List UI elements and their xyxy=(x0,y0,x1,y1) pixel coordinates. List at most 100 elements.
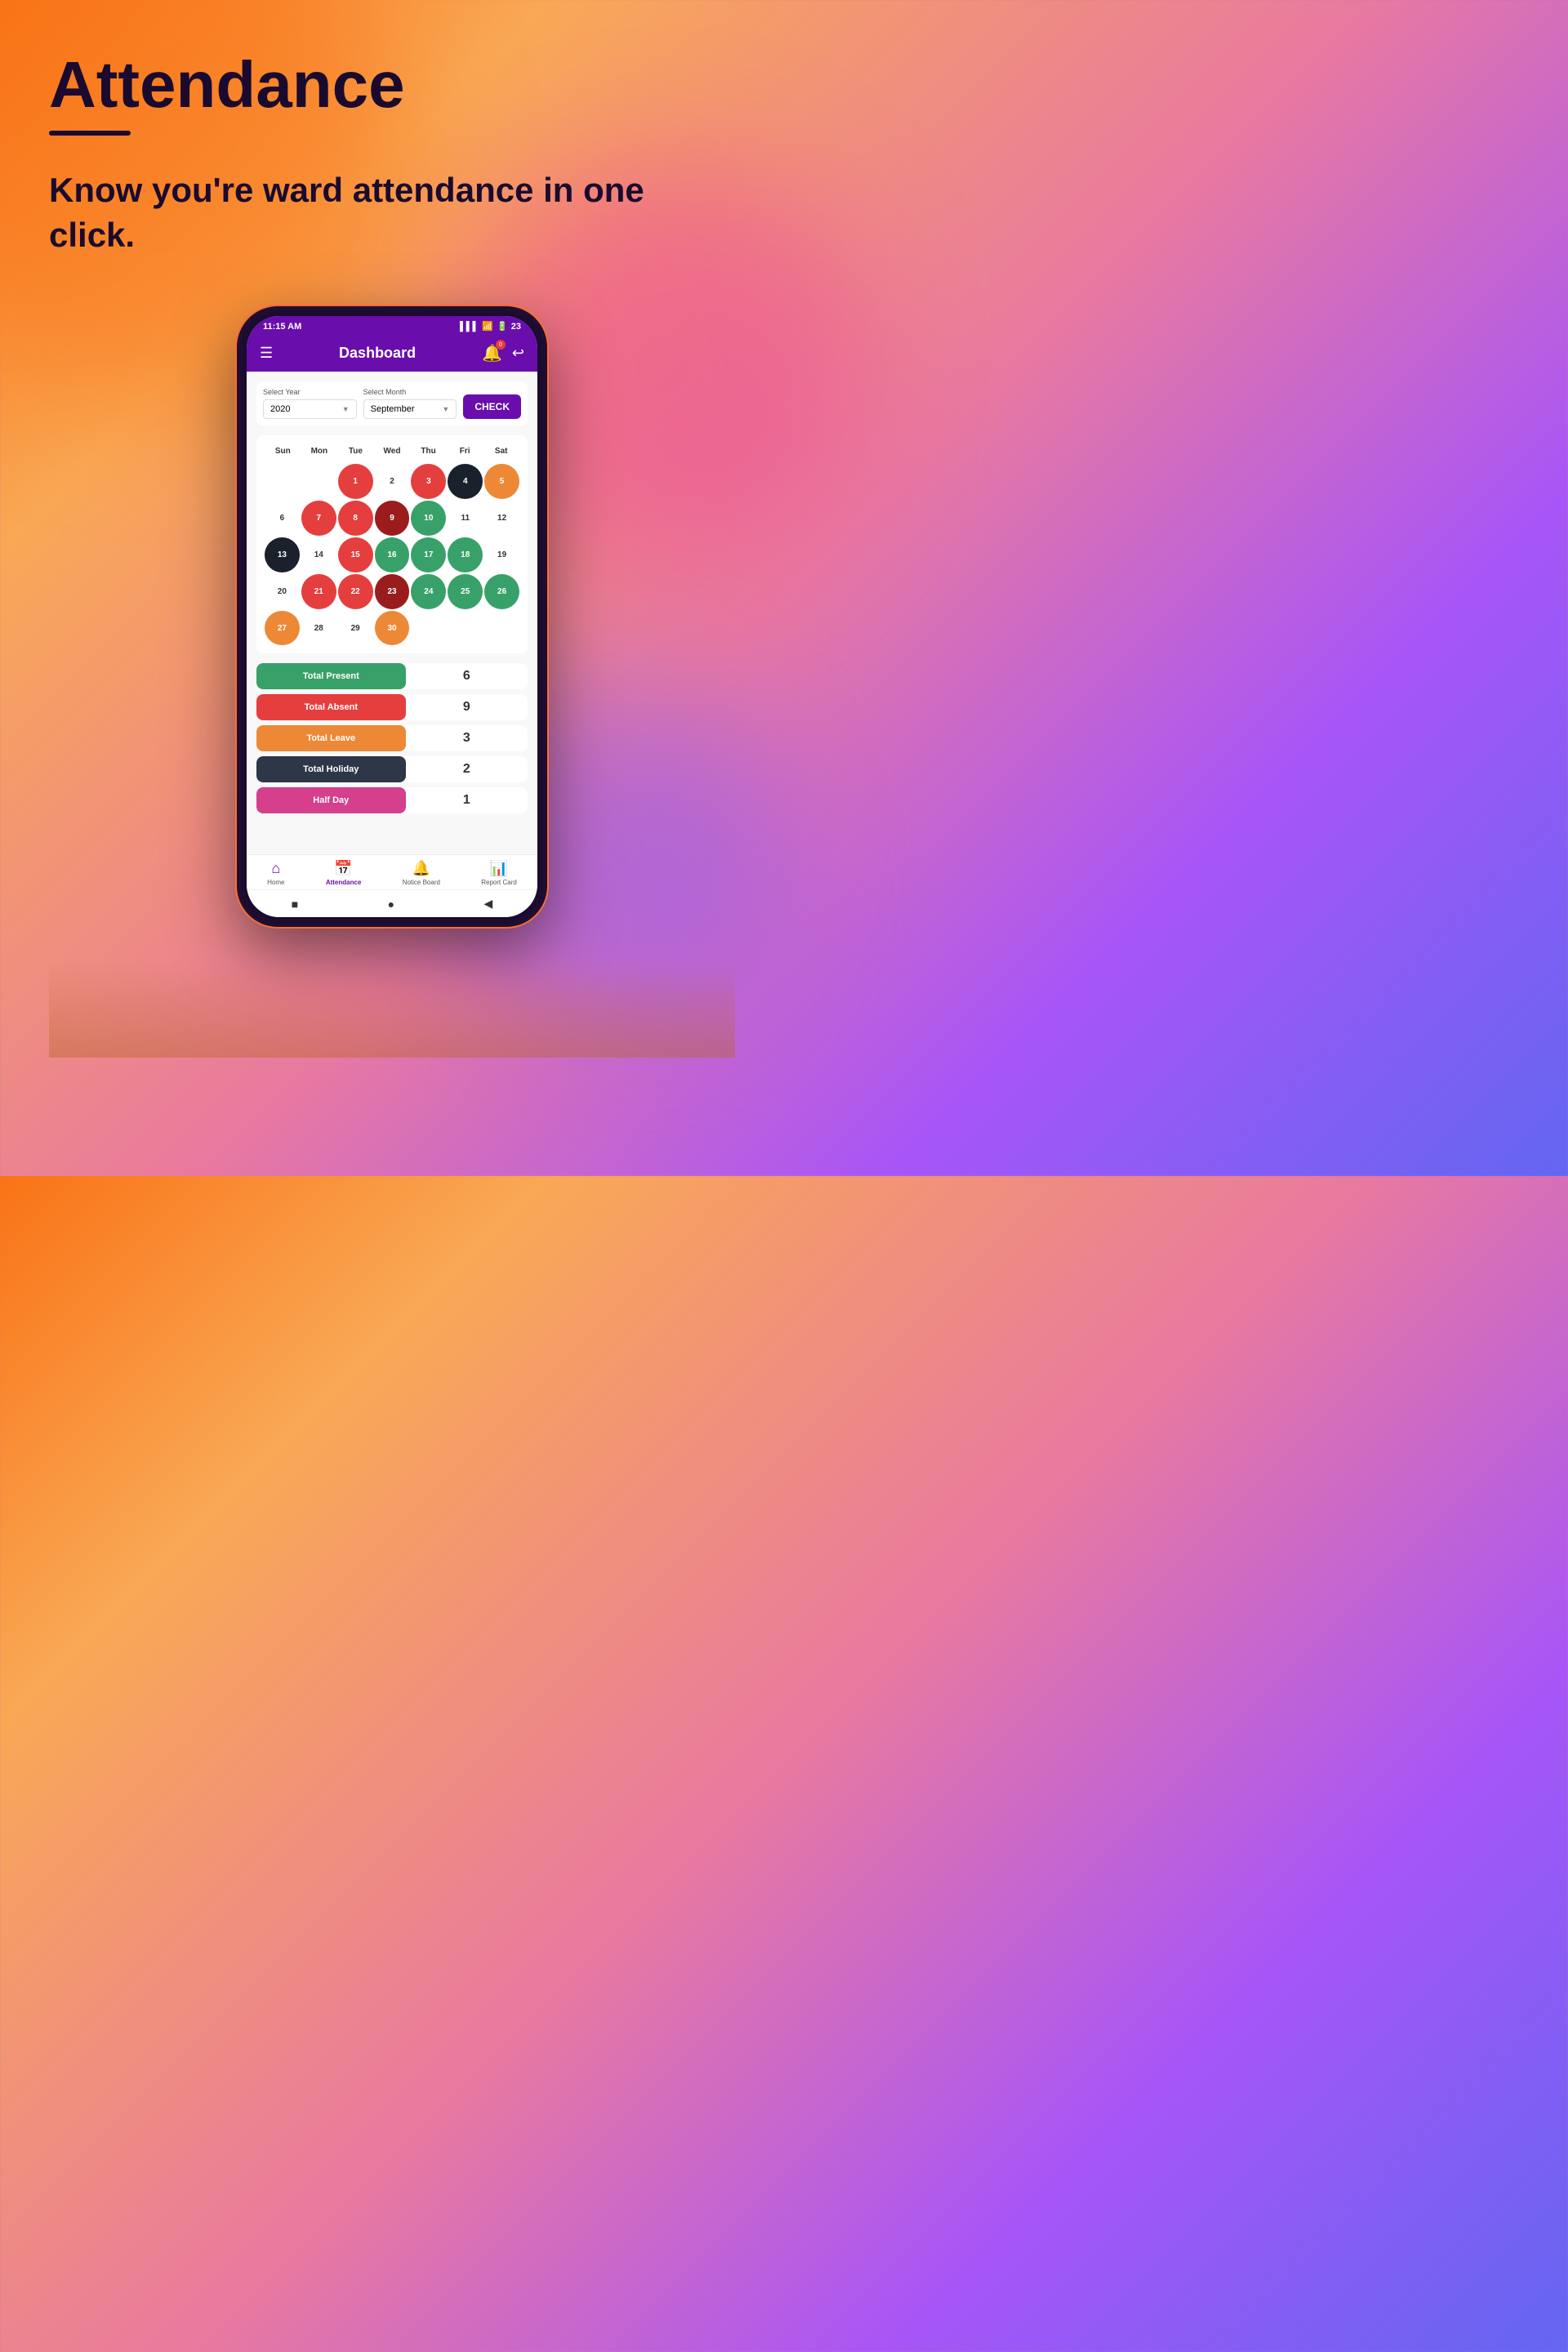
calendar-day[interactable]: 8 xyxy=(338,501,373,536)
app-header: ☰ Dashboard 🔔 0 ↩ xyxy=(247,336,537,372)
calendar-day[interactable]: 14 xyxy=(301,537,336,572)
day-tue: Tue xyxy=(337,443,374,459)
page-title: Attendance xyxy=(49,49,735,121)
calendar-day[interactable]: 10 xyxy=(411,501,446,536)
home-icon: ⌂ xyxy=(271,860,280,877)
stat-label: Total Leave xyxy=(256,725,406,751)
menu-icon[interactable]: ☰ xyxy=(260,345,273,362)
page-wrapper: Attendance Know you're ward attendance i… xyxy=(0,0,784,1176)
calendar-day[interactable]: 21 xyxy=(301,574,336,609)
logout-icon[interactable]: ↩ xyxy=(512,345,524,362)
nav-notice-label: Notice Board xyxy=(403,879,440,886)
select-row: Select Year 2020 ▼ Select Month Septembe… xyxy=(256,381,528,425)
nav-attendance[interactable]: 📅 Attendance xyxy=(326,860,362,886)
calendar-grid: 1234567891011121314151617181920212223242… xyxy=(265,464,519,645)
notification-badge: 0 xyxy=(496,340,506,350)
app-title: Dashboard xyxy=(339,345,416,362)
day-thu: Thu xyxy=(410,443,447,459)
calendar-day[interactable]: 29 xyxy=(338,611,373,646)
content-area: Attendance Know you're ward attendance i… xyxy=(0,0,784,1058)
year-select-group: Select Year 2020 ▼ xyxy=(263,388,357,419)
year-arrow-icon: ▼ xyxy=(342,405,350,413)
battery-icon: 🔋 xyxy=(497,321,508,332)
calendar-day[interactable]: 12 xyxy=(484,501,519,536)
status-icons: ▌▌▌ 📶 🔋 23 xyxy=(460,321,521,332)
stat-label: Total Absent xyxy=(256,694,406,720)
year-label: Select Year xyxy=(263,388,357,396)
header-icons: 🔔 0 ↩ xyxy=(482,343,524,363)
water-area xyxy=(49,894,735,1058)
calendar-day[interactable]: 16 xyxy=(375,537,410,572)
day-fri: Fri xyxy=(447,443,483,459)
phone-inner: 11:15 AM ▌▌▌ 📶 🔋 23 ☰ Dashboard xyxy=(247,316,537,917)
calendar-day[interactable]: 6 xyxy=(265,501,300,536)
nav-home[interactable]: ⌂ Home xyxy=(267,860,284,886)
bottom-nav: ⌂ Home 📅 Attendance 🔔 Notice Board � xyxy=(247,854,537,889)
nav-report-label: Report Card xyxy=(481,879,517,886)
calendar-day[interactable]: 4 xyxy=(448,464,483,499)
day-wed: Wed xyxy=(374,443,411,459)
stat-row: Total Leave3 xyxy=(256,725,528,751)
stat-value: 1 xyxy=(406,793,528,808)
calendar-day xyxy=(301,464,336,499)
calendar-day[interactable]: 1 xyxy=(338,464,373,499)
calendar: Sun Mon Tue Wed Thu Fri Sat 123456789101… xyxy=(256,435,528,653)
calendar-day[interactable]: 26 xyxy=(484,574,519,609)
stats-section: Total Present6Total Absent9Total Leave3T… xyxy=(256,663,528,813)
stat-row: Total Absent9 xyxy=(256,694,528,720)
calendar-day[interactable]: 28 xyxy=(301,611,336,646)
stat-value: 9 xyxy=(406,700,528,715)
stat-value: 6 xyxy=(406,669,528,684)
calendar-day[interactable]: 18 xyxy=(448,537,483,572)
calendar-day[interactable]: 22 xyxy=(338,574,373,609)
calendar-day[interactable]: 23 xyxy=(375,574,410,609)
check-button[interactable]: CHECK xyxy=(463,394,521,419)
nav-attendance-label: Attendance xyxy=(326,879,362,886)
calendar-day xyxy=(484,611,519,646)
stat-row: Total Holiday2 xyxy=(256,756,528,782)
stat-row: Total Present6 xyxy=(256,663,528,689)
calendar-day[interactable]: 24 xyxy=(411,574,446,609)
nav-notice[interactable]: 🔔 Notice Board xyxy=(403,860,440,886)
stat-label: Total Present xyxy=(256,663,406,689)
calendar-day[interactable]: 30 xyxy=(375,611,410,646)
wifi-icon: 📶 xyxy=(482,321,493,332)
status-time: 11:15 AM xyxy=(263,322,301,332)
calendar-day[interactable]: 15 xyxy=(338,537,373,572)
calendar-day[interactable]: 7 xyxy=(301,501,336,536)
calendar-day[interactable]: 2 xyxy=(375,464,410,499)
ripple-base xyxy=(49,960,735,1058)
calendar-day[interactable]: 3 xyxy=(411,464,446,499)
app-body: Select Year 2020 ▼ Select Month Septembe… xyxy=(247,372,537,854)
day-sat: Sat xyxy=(483,443,519,459)
year-value: 2020 xyxy=(270,404,290,414)
stat-label: Half Day xyxy=(256,787,406,813)
calendar-day xyxy=(411,611,446,646)
calendar-header: Sun Mon Tue Wed Thu Fri Sat xyxy=(265,443,519,459)
calendar-day xyxy=(265,464,300,499)
calendar-day[interactable]: 25 xyxy=(448,574,483,609)
notice-icon: 🔔 xyxy=(412,860,430,877)
signal-icon: ▌▌▌ xyxy=(460,322,479,332)
nav-report[interactable]: 📊 Report Card xyxy=(481,860,517,886)
calendar-day[interactable]: 9 xyxy=(375,501,410,536)
calendar-day[interactable]: 17 xyxy=(411,537,446,572)
month-select[interactable]: September ▼ xyxy=(363,399,457,419)
stat-value: 2 xyxy=(406,762,528,777)
calendar-day[interactable]: 20 xyxy=(265,574,300,609)
month-value: September xyxy=(371,404,415,414)
stat-value: 3 xyxy=(406,731,528,746)
year-select[interactable]: 2020 ▼ xyxy=(263,399,357,419)
notification-bell[interactable]: 🔔 0 xyxy=(482,343,502,363)
battery-level: 23 xyxy=(511,322,521,332)
calendar-day[interactable]: 5 xyxy=(484,464,519,499)
nav-home-label: Home xyxy=(267,879,284,886)
page-subtitle: Know you're ward attendance in one click… xyxy=(49,168,735,257)
calendar-day[interactable]: 19 xyxy=(484,537,519,572)
phone-mockup: 11:15 AM ▌▌▌ 📶 🔋 23 ☰ Dashboard xyxy=(237,306,547,927)
calendar-day[interactable]: 11 xyxy=(448,501,483,536)
status-bar: 11:15 AM ▌▌▌ 📶 🔋 23 xyxy=(247,316,537,336)
calendar-day[interactable]: 27 xyxy=(265,611,300,646)
day-sun: Sun xyxy=(265,443,301,459)
calendar-day[interactable]: 13 xyxy=(265,537,300,572)
